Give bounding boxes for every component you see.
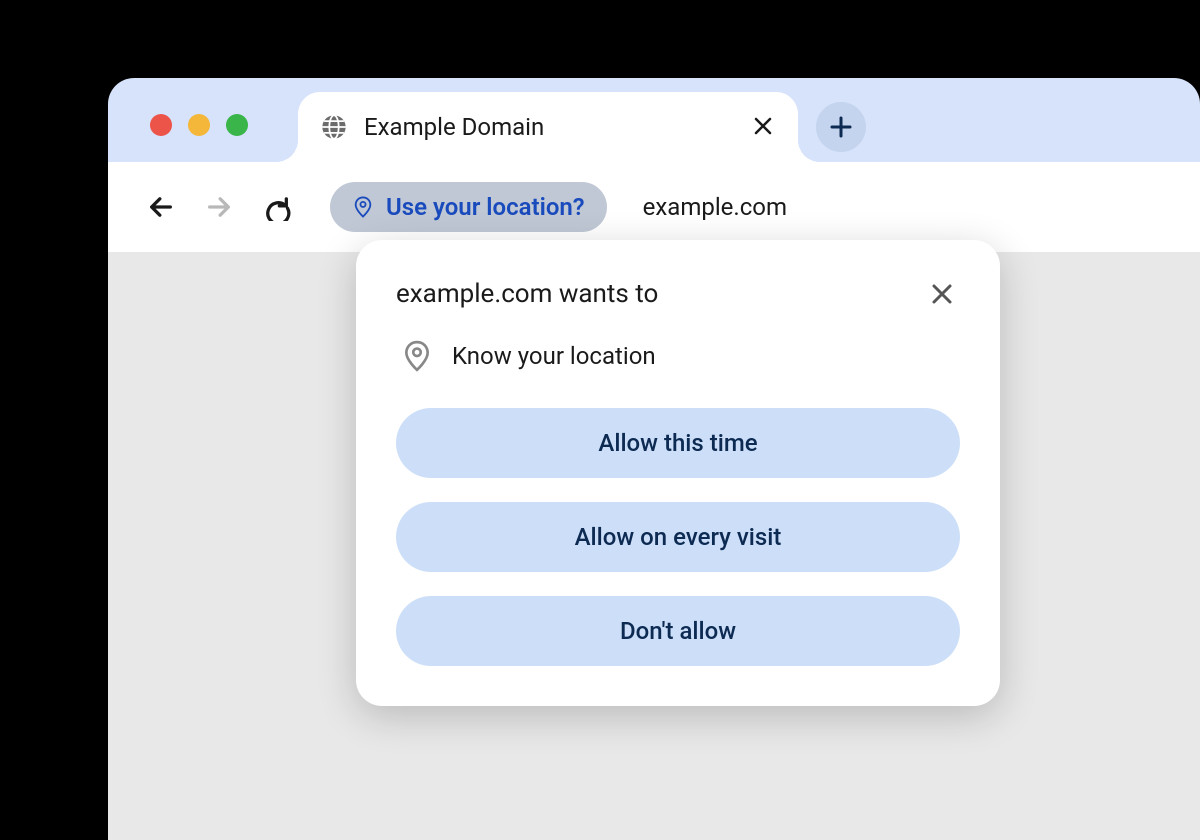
allow-always-button[interactable]: Allow on every visit: [396, 502, 960, 572]
tab-close-button[interactable]: [750, 108, 776, 146]
window-close-button[interactable]: [150, 114, 172, 136]
location-permission-chip[interactable]: Use your location?: [330, 182, 607, 232]
browser-tab[interactable]: Example Domain: [298, 92, 798, 162]
dialog-buttons: Allow this time Allow on every visit Don…: [396, 408, 960, 666]
dialog-header: example.com wants to: [396, 276, 960, 312]
forward-button[interactable]: [194, 182, 244, 232]
browser-window: Example Domain: [108, 78, 1200, 840]
tab-title: Example Domain: [364, 113, 734, 141]
new-tab-button[interactable]: [816, 102, 866, 152]
reload-button[interactable]: [252, 182, 302, 232]
arrow-right-icon: [205, 193, 233, 221]
permission-dialog: example.com wants to Know your location …: [356, 240, 1000, 706]
permission-row: Know your location: [396, 340, 960, 372]
close-icon: [931, 283, 953, 305]
address-url[interactable]: example.com: [643, 193, 787, 221]
permission-description: Know your location: [452, 342, 656, 370]
location-pin-icon: [352, 196, 374, 218]
back-button[interactable]: [136, 182, 186, 232]
close-icon: [754, 117, 772, 135]
globe-icon: [320, 113, 348, 141]
browser-toolbar: Use your location? example.com: [108, 162, 1200, 252]
dialog-title: example.com wants to: [396, 279, 658, 309]
window-controls: [150, 114, 248, 136]
deny-button[interactable]: Don't allow: [396, 596, 960, 666]
location-pin-icon: [404, 340, 430, 372]
dialog-close-button[interactable]: [924, 276, 960, 312]
plus-icon: [829, 115, 853, 139]
allow-once-button[interactable]: Allow this time: [396, 408, 960, 478]
window-maximize-button[interactable]: [226, 114, 248, 136]
chip-label: Use your location?: [386, 193, 585, 221]
reload-icon: [263, 193, 291, 221]
arrow-left-icon: [147, 193, 175, 221]
window-minimize-button[interactable]: [188, 114, 210, 136]
